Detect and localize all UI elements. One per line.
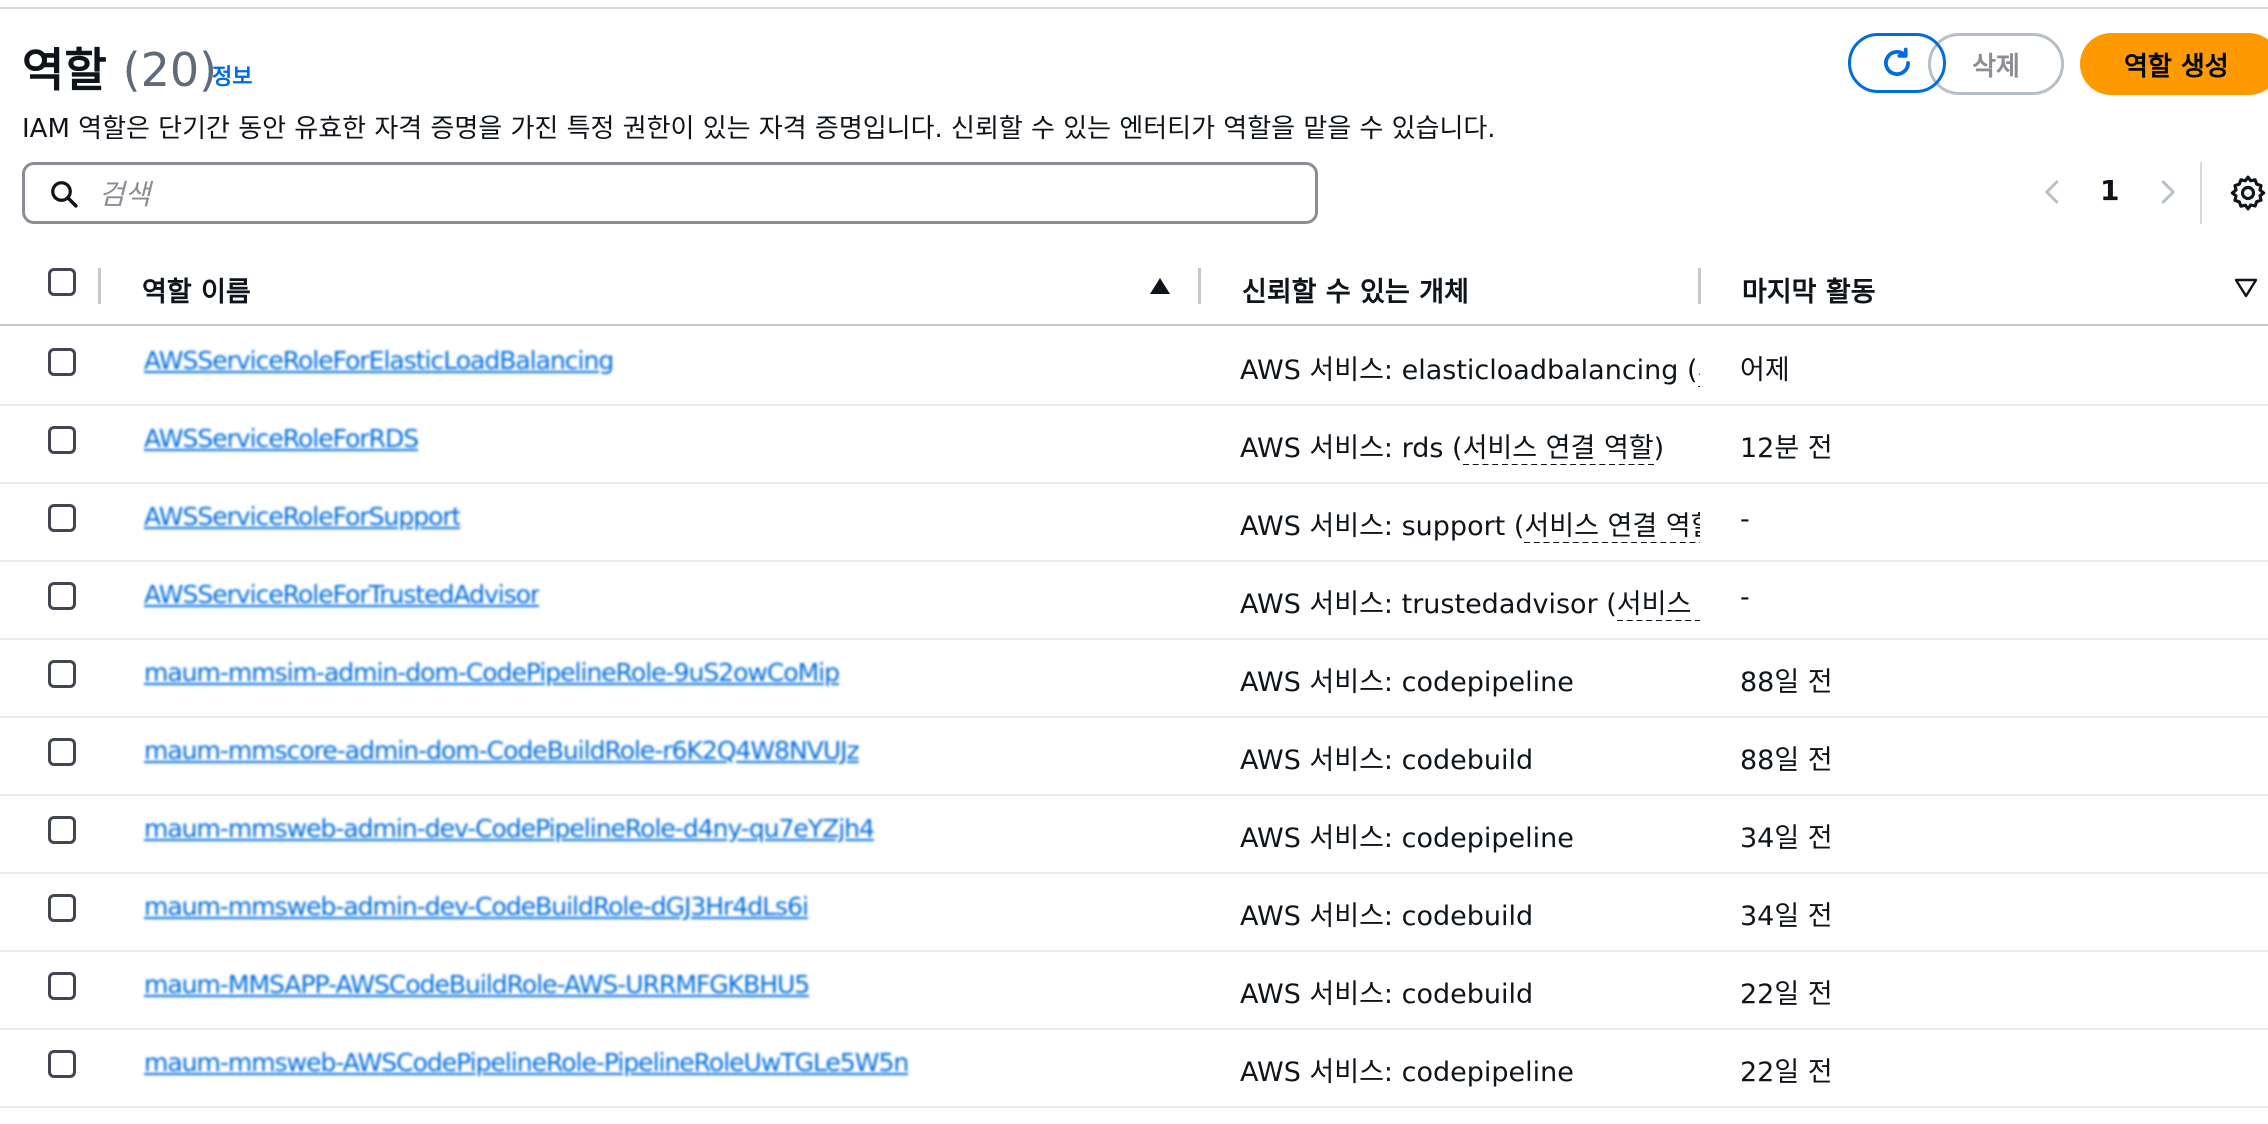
current-page[interactable]: 1 bbox=[2100, 174, 2119, 207]
trusted-entity-cell: AWS 서비스: support (서비스 연결 역할) bbox=[1240, 504, 1700, 543]
row-checkbox[interactable] bbox=[48, 816, 76, 844]
trusted-entity-text: AWS 서비스: elasticloadbalancing bbox=[1240, 355, 1679, 386]
last-activity-cell: 어제 bbox=[1740, 355, 1790, 386]
role-name-link[interactable]: maum-mmscore-admin-dom-CodeBuildRole-r6K… bbox=[144, 736, 859, 765]
role-count: (20) bbox=[122, 43, 218, 97]
trusted-entity-text: AWS 서비스: trustedadvisor bbox=[1240, 589, 1598, 620]
select-all-checkbox[interactable] bbox=[48, 268, 76, 296]
last-activity-cell: 88일 전 bbox=[1740, 667, 1833, 698]
trusted-entity-cell: AWS 서비스: codepipeline bbox=[1240, 660, 1700, 699]
delete-button[interactable]: 삭제 bbox=[1928, 33, 2064, 95]
trusted-entity-text: AWS 서비스: rds bbox=[1240, 433, 1444, 464]
create-role-button[interactable]: 역할 생성 bbox=[2080, 33, 2268, 95]
sort-ascending-icon[interactable] bbox=[1148, 276, 1172, 296]
service-linked-role-tooltip[interactable]: 서비스 연결 역할 bbox=[1616, 589, 1700, 621]
role-name-link[interactable]: maum-mmsweb-admin-dev-CodePipelineRole-d… bbox=[144, 814, 874, 843]
row-checkbox[interactable] bbox=[48, 660, 76, 688]
trusted-entity-text: AWS 서비스: codepipeline bbox=[1240, 823, 1574, 854]
table-row[interactable]: maum-MMSAPP-AWSCodeBuildRole-AWS-URRMFGK… bbox=[0, 950, 2268, 1030]
table-header: 역할 이름 신뢰할 수 있는 개체 마지막 활동 bbox=[0, 258, 2268, 326]
table-row[interactable]: maum-mmsweb-admin-dev-CodePipelineRole-d… bbox=[0, 794, 2268, 874]
trusted-entity-text: AWS 서비스: codebuild bbox=[1240, 745, 1534, 776]
last-activity-cell: 22일 전 bbox=[1740, 1057, 1833, 1088]
role-name-link[interactable]: AWSServiceRoleForElasticLoadBalancing bbox=[144, 346, 613, 375]
page-description: IAM 역할은 단기간 동안 유효한 자격 증명을 가진 특정 권한이 있는 자… bbox=[22, 114, 1496, 144]
role-name-link[interactable]: AWSServiceRoleForRDS bbox=[144, 424, 418, 453]
column-header-last-activity[interactable]: 마지막 활동 bbox=[1742, 270, 1876, 309]
trusted-entity-cell: AWS 서비스: elasticloadbalancing (서비스 연결 역할… bbox=[1240, 348, 1700, 387]
trusted-entity-cell: AWS 서비스: codebuild bbox=[1240, 972, 1700, 1011]
pagination-divider bbox=[2200, 162, 2202, 224]
trusted-entity-text: AWS 서비스: support bbox=[1240, 511, 1506, 542]
row-checkbox[interactable] bbox=[48, 348, 76, 376]
table-row[interactable]: maum-mmsweb-admin-dev-CodeBuildRole-dGJ3… bbox=[0, 872, 2268, 952]
column-header-trusted-entity[interactable]: 신뢰할 수 있는 개체 bbox=[1242, 270, 1469, 309]
trusted-entity-text: AWS 서비스: codebuild bbox=[1240, 901, 1534, 932]
row-checkbox[interactable] bbox=[48, 426, 76, 454]
trusted-entity-text: AWS 서비스: codebuild bbox=[1240, 979, 1534, 1010]
row-checkbox[interactable] bbox=[48, 738, 76, 766]
column-header-role-name[interactable]: 역할 이름 bbox=[142, 270, 251, 309]
table-row[interactable]: AWSServiceRoleForSupport AWS 서비스: support… bbox=[0, 482, 2268, 562]
next-page-icon[interactable] bbox=[2152, 176, 2182, 208]
trusted-entity-cell: AWS 서비스: rds (서비스 연결 역할) bbox=[1240, 433, 1665, 465]
page-header: 역할 (20) 정보 IAM 역할은 단기간 동안 유효한 자격 증명을 가진 … bbox=[0, 0, 2268, 230]
delete-label: 삭제 bbox=[1972, 51, 2020, 82]
row-checkbox[interactable] bbox=[48, 504, 76, 532]
trusted-entity-text: AWS 서비스: codepipeline bbox=[1240, 667, 1574, 698]
table-row[interactable]: maum-mmsweb-AWSCodePipelineRole-Pipeline… bbox=[0, 1028, 2268, 1108]
sort-descending-icon[interactable] bbox=[2234, 278, 2258, 298]
row-checkbox[interactable] bbox=[48, 894, 76, 922]
table-row[interactable]: maum-mmscore-admin-dom-CodeBuildRole-r6K… bbox=[0, 716, 2268, 796]
table-row[interactable]: AWSServiceRoleForRDS AWS 서비스: rds (서비스 연결… bbox=[0, 404, 2268, 484]
role-name-link[interactable]: maum-mmsweb-AWSCodePipelineRole-Pipeline… bbox=[144, 1048, 908, 1077]
search-box[interactable] bbox=[22, 162, 1318, 224]
page-title: 역할 (20) bbox=[22, 34, 217, 100]
previous-page-icon[interactable] bbox=[2038, 176, 2068, 208]
column-divider[interactable] bbox=[1198, 268, 1201, 304]
last-activity-cell: 34일 전 bbox=[1740, 823, 1833, 854]
trusted-entity-cell: AWS 서비스: codepipeline bbox=[1240, 1050, 1700, 1089]
service-linked-role-tooltip[interactable]: 서비스 연결 역할 bbox=[1462, 433, 1654, 465]
column-divider[interactable] bbox=[1698, 268, 1701, 304]
page-title-text: 역할 bbox=[22, 43, 107, 97]
search-icon bbox=[51, 181, 78, 208]
role-name-link[interactable]: maum-MMSAPP-AWSCodeBuildRole-AWS-URRMFGK… bbox=[144, 970, 809, 999]
last-activity-cell: 22일 전 bbox=[1740, 979, 1833, 1010]
refresh-icon bbox=[1884, 47, 1910, 76]
last-activity-cell: - bbox=[1740, 504, 1750, 535]
last-activity-cell: 12분 전 bbox=[1740, 433, 1833, 464]
column-divider bbox=[98, 268, 101, 304]
service-linked-role-tooltip[interactable]: 서비스 연결 역할 bbox=[1697, 355, 1700, 387]
last-activity-cell: 34일 전 bbox=[1740, 901, 1833, 932]
service-linked-role-tooltip[interactable]: 서비스 연결 역할 bbox=[1524, 511, 1700, 543]
last-activity-cell: 88일 전 bbox=[1740, 745, 1833, 776]
role-name-link[interactable]: AWSServiceRoleForTrustedAdvisor bbox=[144, 580, 539, 609]
row-checkbox[interactable] bbox=[48, 1050, 76, 1078]
trusted-entity-cell: AWS 서비스: codepipeline bbox=[1240, 816, 1700, 855]
trusted-entity-text: AWS 서비스: codepipeline bbox=[1240, 1057, 1574, 1088]
info-link[interactable]: 정보 bbox=[212, 59, 252, 91]
trusted-entity-cell: AWS 서비스: codebuild bbox=[1240, 894, 1700, 933]
gear-icon[interactable] bbox=[2228, 173, 2268, 213]
role-name-link[interactable]: maum-mmsweb-admin-dev-CodeBuildRole-dGJ3… bbox=[144, 892, 808, 921]
table-row[interactable]: maum-mmsim-admin-dom-CodePipelineRole-9u… bbox=[0, 638, 2268, 718]
trusted-entity-cell: AWS 서비스: codebuild bbox=[1240, 738, 1700, 777]
row-checkbox[interactable] bbox=[48, 582, 76, 610]
role-name-link[interactable]: maum-mmsim-admin-dom-CodePipelineRole-9u… bbox=[144, 658, 839, 687]
refresh-button[interactable] bbox=[1848, 33, 1946, 93]
row-checkbox[interactable] bbox=[48, 972, 76, 1000]
search-input[interactable] bbox=[97, 173, 1281, 215]
last-activity-cell: - bbox=[1740, 582, 1750, 613]
role-name-link[interactable]: AWSServiceRoleForSupport bbox=[144, 502, 460, 531]
trusted-entity-cell: AWS 서비스: trustedadvisor (서비스 연결 역할) bbox=[1240, 582, 1700, 621]
table-row[interactable]: AWSServiceRoleForTrustedAdvisor AWS 서비스: … bbox=[0, 560, 2268, 640]
table-row[interactable]: AWSServiceRoleForElasticLoadBalancing AWS… bbox=[0, 326, 2268, 406]
create-role-label: 역할 생성 bbox=[2124, 51, 2229, 82]
